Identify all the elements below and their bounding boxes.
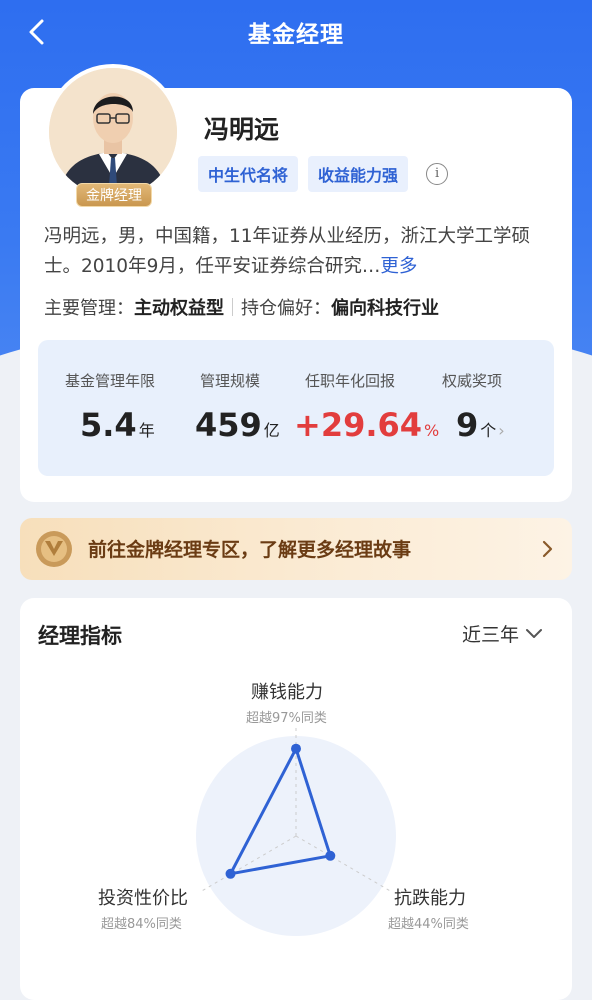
axis-label-value: 投资性价比 <box>98 888 188 909</box>
radar-point-profit <box>291 743 301 754</box>
page-title: 基金经理 <box>248 22 344 48</box>
radar-point-value <box>225 868 236 879</box>
radar-point-drawdown <box>325 850 336 861</box>
axis-sub-value: 超越84%同类 <box>101 917 182 932</box>
axis-sub-drawdown: 超越44%同类 <box>388 917 469 932</box>
axis-sub-profit: 超越97%同类 <box>246 711 327 726</box>
axis-label-drawdown: 抗跌能力 <box>394 888 466 909</box>
axis-label-profit: 赚钱能力 <box>251 682 323 703</box>
gold-manager-badge: 金牌经理 <box>76 183 152 207</box>
nav-bar: 基金经理 <box>0 0 592 64</box>
manager-photo <box>49 68 177 196</box>
back-arrow-icon[interactable] <box>22 16 54 48</box>
avatar: 金牌经理 <box>45 64 181 207</box>
